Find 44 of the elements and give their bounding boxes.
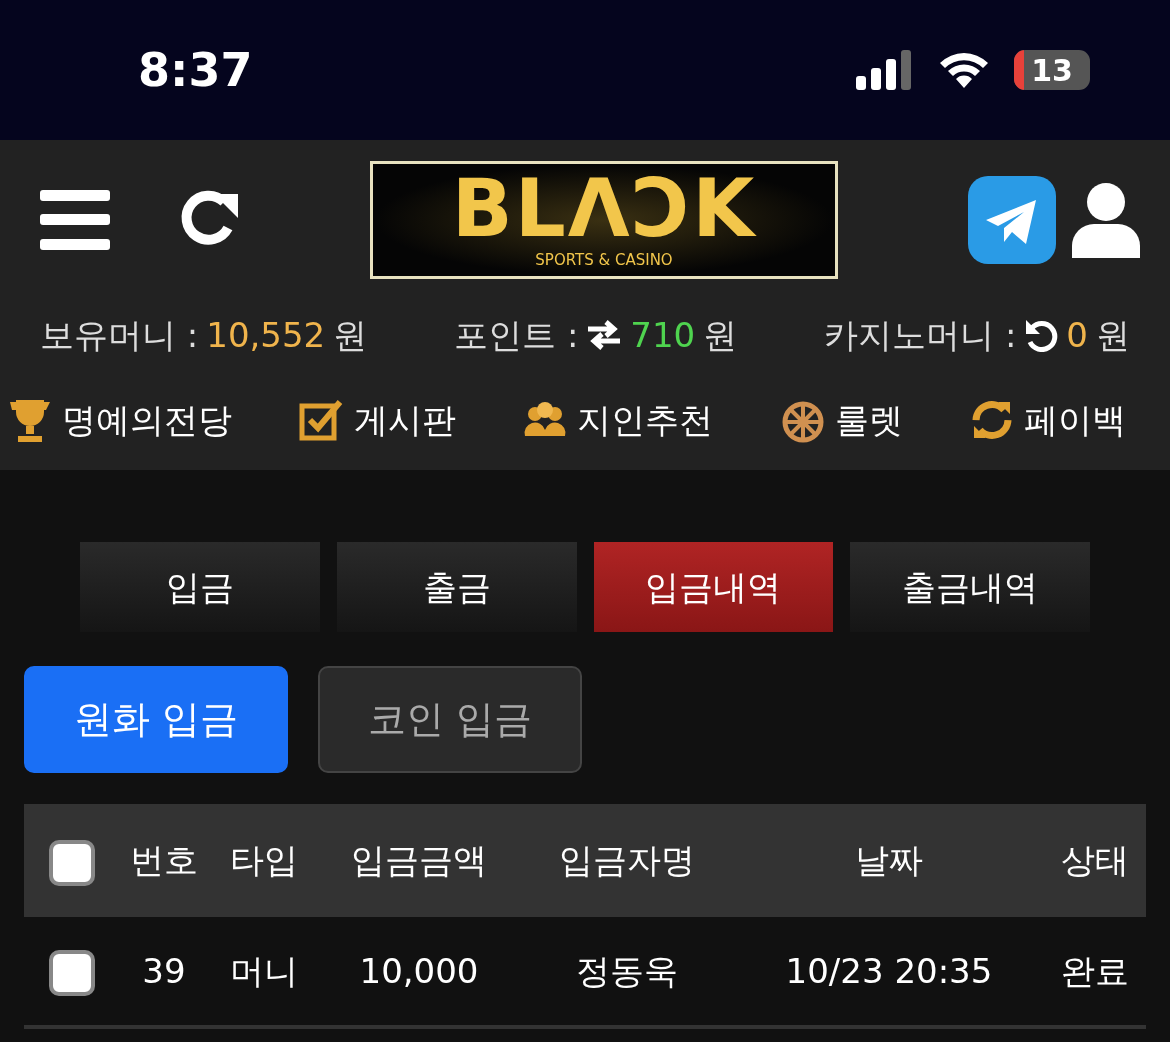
menu-link[interactable]: 페이백: [968, 394, 1126, 446]
table-cell: 완료: [1044, 917, 1146, 1027]
deposit-type-button[interactable]: 코인 입금: [318, 666, 582, 773]
balance-label: 보유머니 :: [40, 313, 199, 357]
menu-icon[interactable]: [40, 190, 110, 250]
wifi-icon: [938, 51, 990, 89]
column-header: 상태: [1044, 804, 1146, 917]
balance-value: 0: [1066, 313, 1088, 357]
column-header: 번호: [119, 804, 209, 917]
balance-label: 카지노머니 :: [824, 313, 1017, 357]
user-icon[interactable]: [1072, 182, 1140, 258]
tab[interactable]: 입금내역: [593, 542, 834, 632]
site-logo[interactable]: BLΛƆK SPORTS & CASINO: [370, 161, 838, 279]
undo-icon: [1024, 318, 1059, 352]
tab[interactable]: 출금내역: [850, 542, 1090, 632]
table-cell: 39: [119, 917, 209, 1027]
balance-label: 포인트 :: [454, 313, 579, 357]
swap-icon: [586, 320, 623, 350]
status-time: 8:37: [138, 41, 253, 99]
battery-indicator: 13: [1014, 50, 1090, 90]
tab[interactable]: 입금: [80, 542, 320, 632]
currency-unit: 원: [1096, 313, 1130, 357]
table-cell: 10/23 20:35: [734, 917, 1044, 1027]
signal-icon: [856, 50, 914, 90]
currency-unit: 원: [333, 313, 368, 357]
balance-value: 10,552: [206, 313, 326, 357]
column-header: 입금자명: [519, 804, 734, 917]
column-header: 입금금액: [319, 804, 519, 917]
table-cell: 머니: [209, 917, 319, 1027]
menu-link[interactable]: 지인추천: [521, 394, 713, 446]
table-cell: 정동욱: [519, 917, 734, 1027]
currency-unit: 원: [703, 313, 738, 357]
checkbox[interactable]: [48, 950, 95, 996]
column-header: 날짜: [734, 804, 1044, 917]
menu-link[interactable]: 명예의전당: [6, 394, 232, 446]
paper-plane-icon[interactable]: [968, 176, 1056, 264]
column-header: 타입: [209, 804, 319, 917]
table-cell: 10,000: [319, 917, 519, 1027]
menu-link[interactable]: 게시판: [297, 394, 456, 446]
menu-link[interactable]: 룰렛: [778, 394, 903, 446]
tab[interactable]: 출금: [336, 542, 577, 632]
balance-value: 710: [630, 313, 696, 357]
checkbox[interactable]: [48, 839, 95, 886]
deposit-type-button[interactable]: 원화 입금: [24, 666, 288, 773]
